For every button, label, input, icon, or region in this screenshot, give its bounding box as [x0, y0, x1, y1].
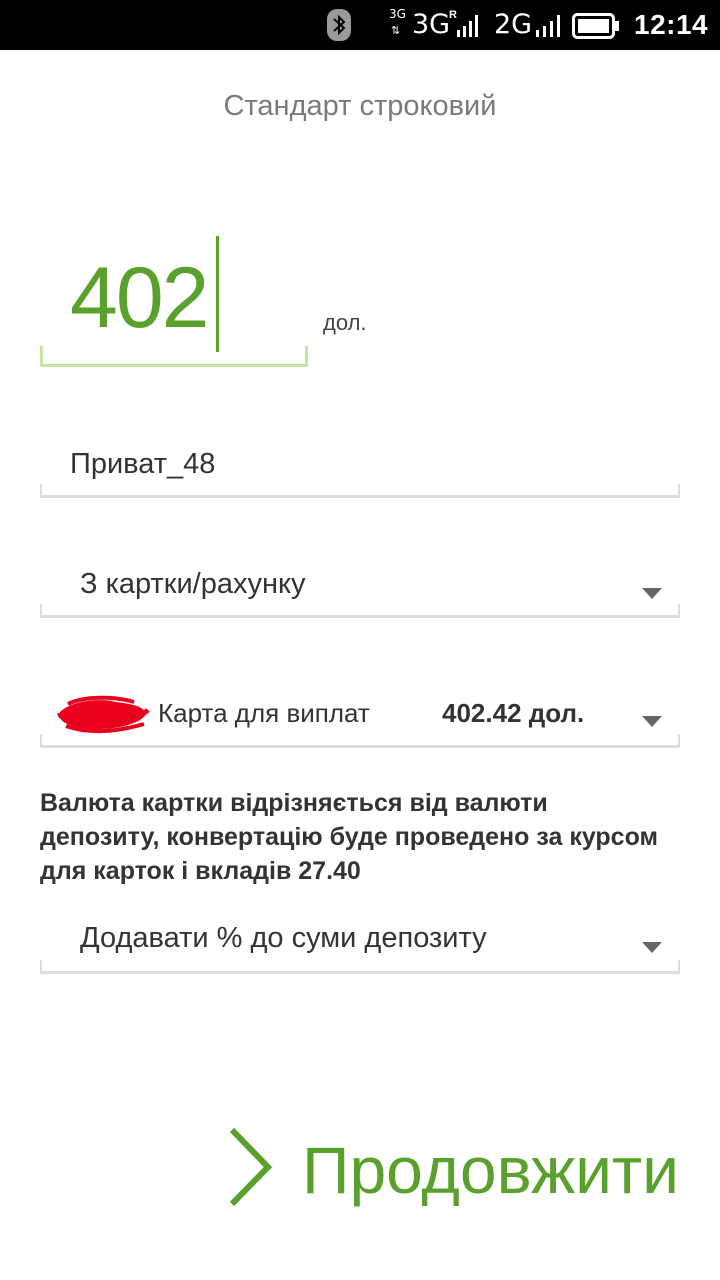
network-type-2: 2G — [494, 9, 533, 40]
continue-label: Продовжити — [302, 1133, 680, 1207]
card-select-underline — [40, 734, 680, 748]
currency-notice: Валюта картки відрізняється від валюти д… — [40, 789, 659, 885]
redaction-mark — [56, 695, 150, 734]
network-type-small: 3G — [389, 7, 406, 21]
chevron-right-icon — [229, 1127, 273, 1207]
page-title: Стандарт строковий — [223, 90, 497, 122]
chevron-down-icon — [642, 716, 662, 727]
source-select[interactable]: З картки/рахунку — [40, 560, 680, 620]
amount-unit: дол. — [323, 310, 367, 335]
text-cursor — [216, 236, 219, 352]
chevron-down-icon — [642, 588, 662, 599]
signal-icon — [457, 15, 478, 37]
data-activity-icon: ⇅ — [391, 25, 401, 37]
continue-button[interactable]: Продовжити — [220, 1120, 690, 1220]
signal-icon — [536, 15, 560, 37]
card-balance: 402.42 дол. — [442, 698, 585, 728]
interest-select-value: Додавати % до суми депозиту — [80, 922, 487, 954]
amount-input-underline — [40, 346, 308, 367]
battery-icon — [572, 13, 619, 39]
bluetooth-icon — [327, 9, 351, 41]
deposit-name-input[interactable]: Приват_48 — [70, 448, 215, 481]
interest-select[interactable]: Додавати % до суми депозиту — [40, 914, 680, 974]
amount-input[interactable]: 402 — [70, 250, 209, 346]
clock: 12:14 — [634, 9, 709, 40]
deposit-name-underline — [40, 484, 680, 498]
source-select-value: З картки/рахунку — [80, 568, 306, 600]
interest-select-underline — [40, 960, 680, 974]
source-select-underline — [40, 604, 680, 618]
network-type-1: 3G — [412, 9, 451, 40]
chevron-down-icon — [642, 942, 662, 953]
status-bar: 3G ⇅ 3G R 2G 12:14 — [0, 0, 720, 50]
card-select-value: Карта для виплат — [158, 698, 370, 728]
